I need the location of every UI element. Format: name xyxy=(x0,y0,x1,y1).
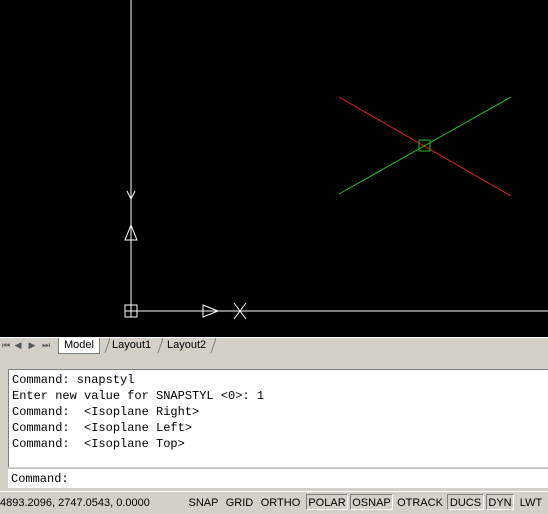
ucs-icon xyxy=(124,0,548,320)
history-line: Command: snapstyl xyxy=(12,373,135,387)
drawing-viewport[interactable] xyxy=(0,0,548,337)
history-line: Command: <Isoplane Left> xyxy=(12,421,193,435)
ducs-toggle[interactable]: DUCS xyxy=(447,494,484,510)
otrack-toggle[interactable]: OTRACK xyxy=(395,494,445,510)
prev-tab-button[interactable]: ◀ xyxy=(14,340,22,352)
tab-layout2[interactable]: Layout2 xyxy=(162,338,211,353)
grid-toggle[interactable]: GRID xyxy=(223,494,256,510)
tab-layout1[interactable]: Layout1 xyxy=(107,338,156,353)
dyn-toggle[interactable]: DYN xyxy=(486,494,514,510)
last-tab-button[interactable]: ⏭ xyxy=(42,340,50,352)
polar-toggle[interactable]: POLAR xyxy=(306,494,348,510)
command-line[interactable]: Command: xyxy=(8,468,548,488)
layout-tab-bar: ⏮ ◀ ▶ ⏭ Model Layout1 Layout2 xyxy=(0,337,548,356)
lwt-toggle[interactable]: LWT xyxy=(516,494,546,510)
tab-separator xyxy=(210,338,216,353)
history-line: Enter new value for SNAPSTYL <0>: 1 xyxy=(12,389,265,403)
snap-toggle[interactable]: SNAP xyxy=(186,494,221,510)
drawing-canvas[interactable] xyxy=(0,0,548,337)
history-line: Command: <Isoplane Top> xyxy=(12,437,185,451)
tab-model[interactable]: Model xyxy=(58,338,100,354)
command-prompt: Command: xyxy=(11,472,69,486)
status-bar: 4893.2096, 2747.0543, 0.0000 SNAP GRID O… xyxy=(0,491,548,514)
first-tab-button[interactable]: ⏮ xyxy=(2,340,10,352)
coordinate-display[interactable]: 4893.2096, 2747.0543, 0.0000 xyxy=(0,496,150,510)
ortho-toggle[interactable]: ORTHO xyxy=(258,494,303,510)
history-line: Command: <Isoplane Right> xyxy=(12,405,200,419)
next-tab-button[interactable]: ▶ xyxy=(28,340,36,352)
osnap-toggle[interactable]: OSNAP xyxy=(350,494,393,510)
command-window: Command: snapstyl Enter new value for SN… xyxy=(0,357,548,489)
command-history[interactable]: Command: snapstyl Enter new value for SN… xyxy=(8,369,548,467)
crosshair-cursor xyxy=(338,96,512,197)
